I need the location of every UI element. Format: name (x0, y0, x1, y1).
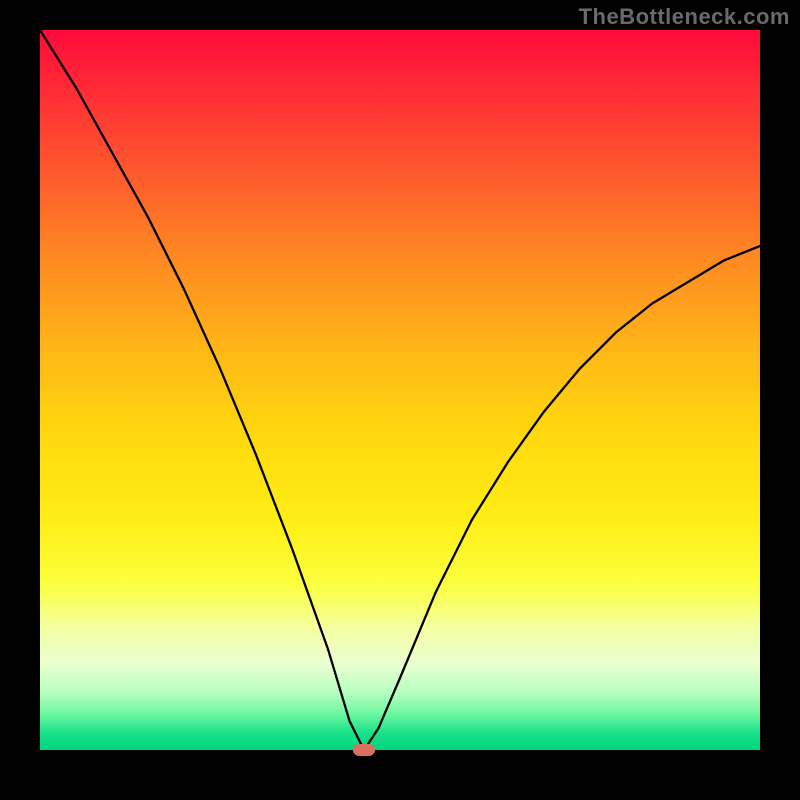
chart-frame: TheBottleneck.com (0, 0, 800, 800)
curve-svg (40, 30, 760, 750)
nadir-marker (353, 744, 375, 756)
bottleneck-curve-path (40, 30, 760, 750)
plot-area (40, 30, 760, 750)
watermark-text: TheBottleneck.com (579, 4, 790, 30)
